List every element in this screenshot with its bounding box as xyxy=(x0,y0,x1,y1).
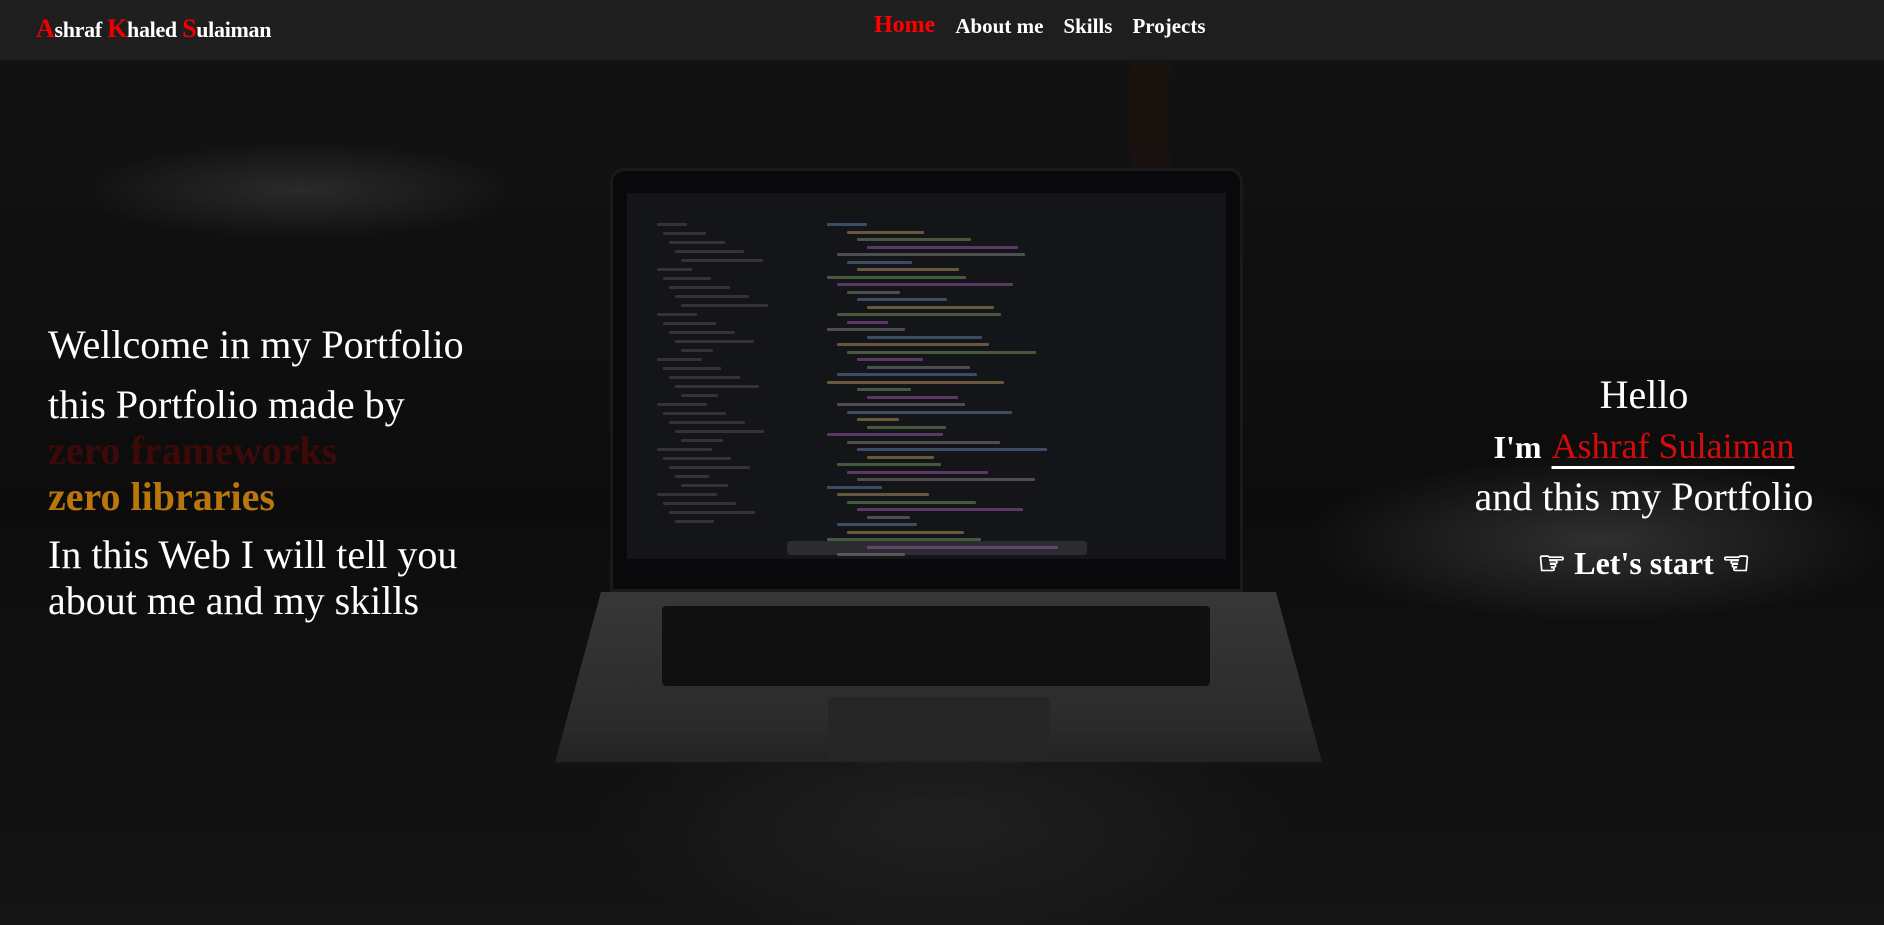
nav-link-about[interactable]: About me xyxy=(955,14,1043,39)
greeting-hello: Hello xyxy=(1599,372,1689,417)
logo-initial: S xyxy=(182,14,197,43)
nav-links: Home About me Skills Projects xyxy=(874,12,1206,39)
nav-link-home[interactable]: Home xyxy=(874,12,935,39)
nav-link-projects[interactable]: Projects xyxy=(1132,14,1205,39)
greeting-name: Ashraf Sulaiman xyxy=(1551,426,1795,466)
intro-line: this Portfolio made by xyxy=(48,382,405,427)
greeting-im: I'm xyxy=(1493,429,1542,465)
logo-text: ulaiman xyxy=(196,17,272,42)
navbar: Ashraf Khaled Sulaiman Home About me Ski… xyxy=(0,0,1884,60)
nav-link-skills[interactable]: Skills xyxy=(1063,14,1112,39)
lets-start-label: Let's start xyxy=(1574,545,1714,581)
logo-text: shraf xyxy=(54,17,108,42)
hand-pointing-right-icon: ☞ xyxy=(1537,545,1567,581)
logo-text: haled xyxy=(127,17,183,42)
site-logo[interactable]: Ashraf Khaled Sulaiman xyxy=(36,14,271,44)
greeting-line: and this my Portfolio xyxy=(1474,474,1814,519)
intro-line: Wellcome in my Portfolio xyxy=(48,322,464,367)
lets-start-button[interactable]: ☞ Let's start ☜ xyxy=(1404,538,1884,588)
intro-libraries: zero libraries xyxy=(48,474,275,519)
hand-pointing-left-icon: ☜ xyxy=(1721,545,1751,581)
intro-text: Wellcome in my Portfolio this Portfolio … xyxy=(48,322,464,624)
logo-initial: K xyxy=(107,14,128,43)
intro-line: about me and my skills xyxy=(48,578,420,623)
logo-initial: A xyxy=(36,14,55,43)
greeting: Hello I'm Ashraf Sulaiman and this my Po… xyxy=(1404,370,1884,588)
intro-frameworks: zero frameworks xyxy=(48,428,338,473)
intro-line: In this Web I will tell you xyxy=(48,532,458,577)
